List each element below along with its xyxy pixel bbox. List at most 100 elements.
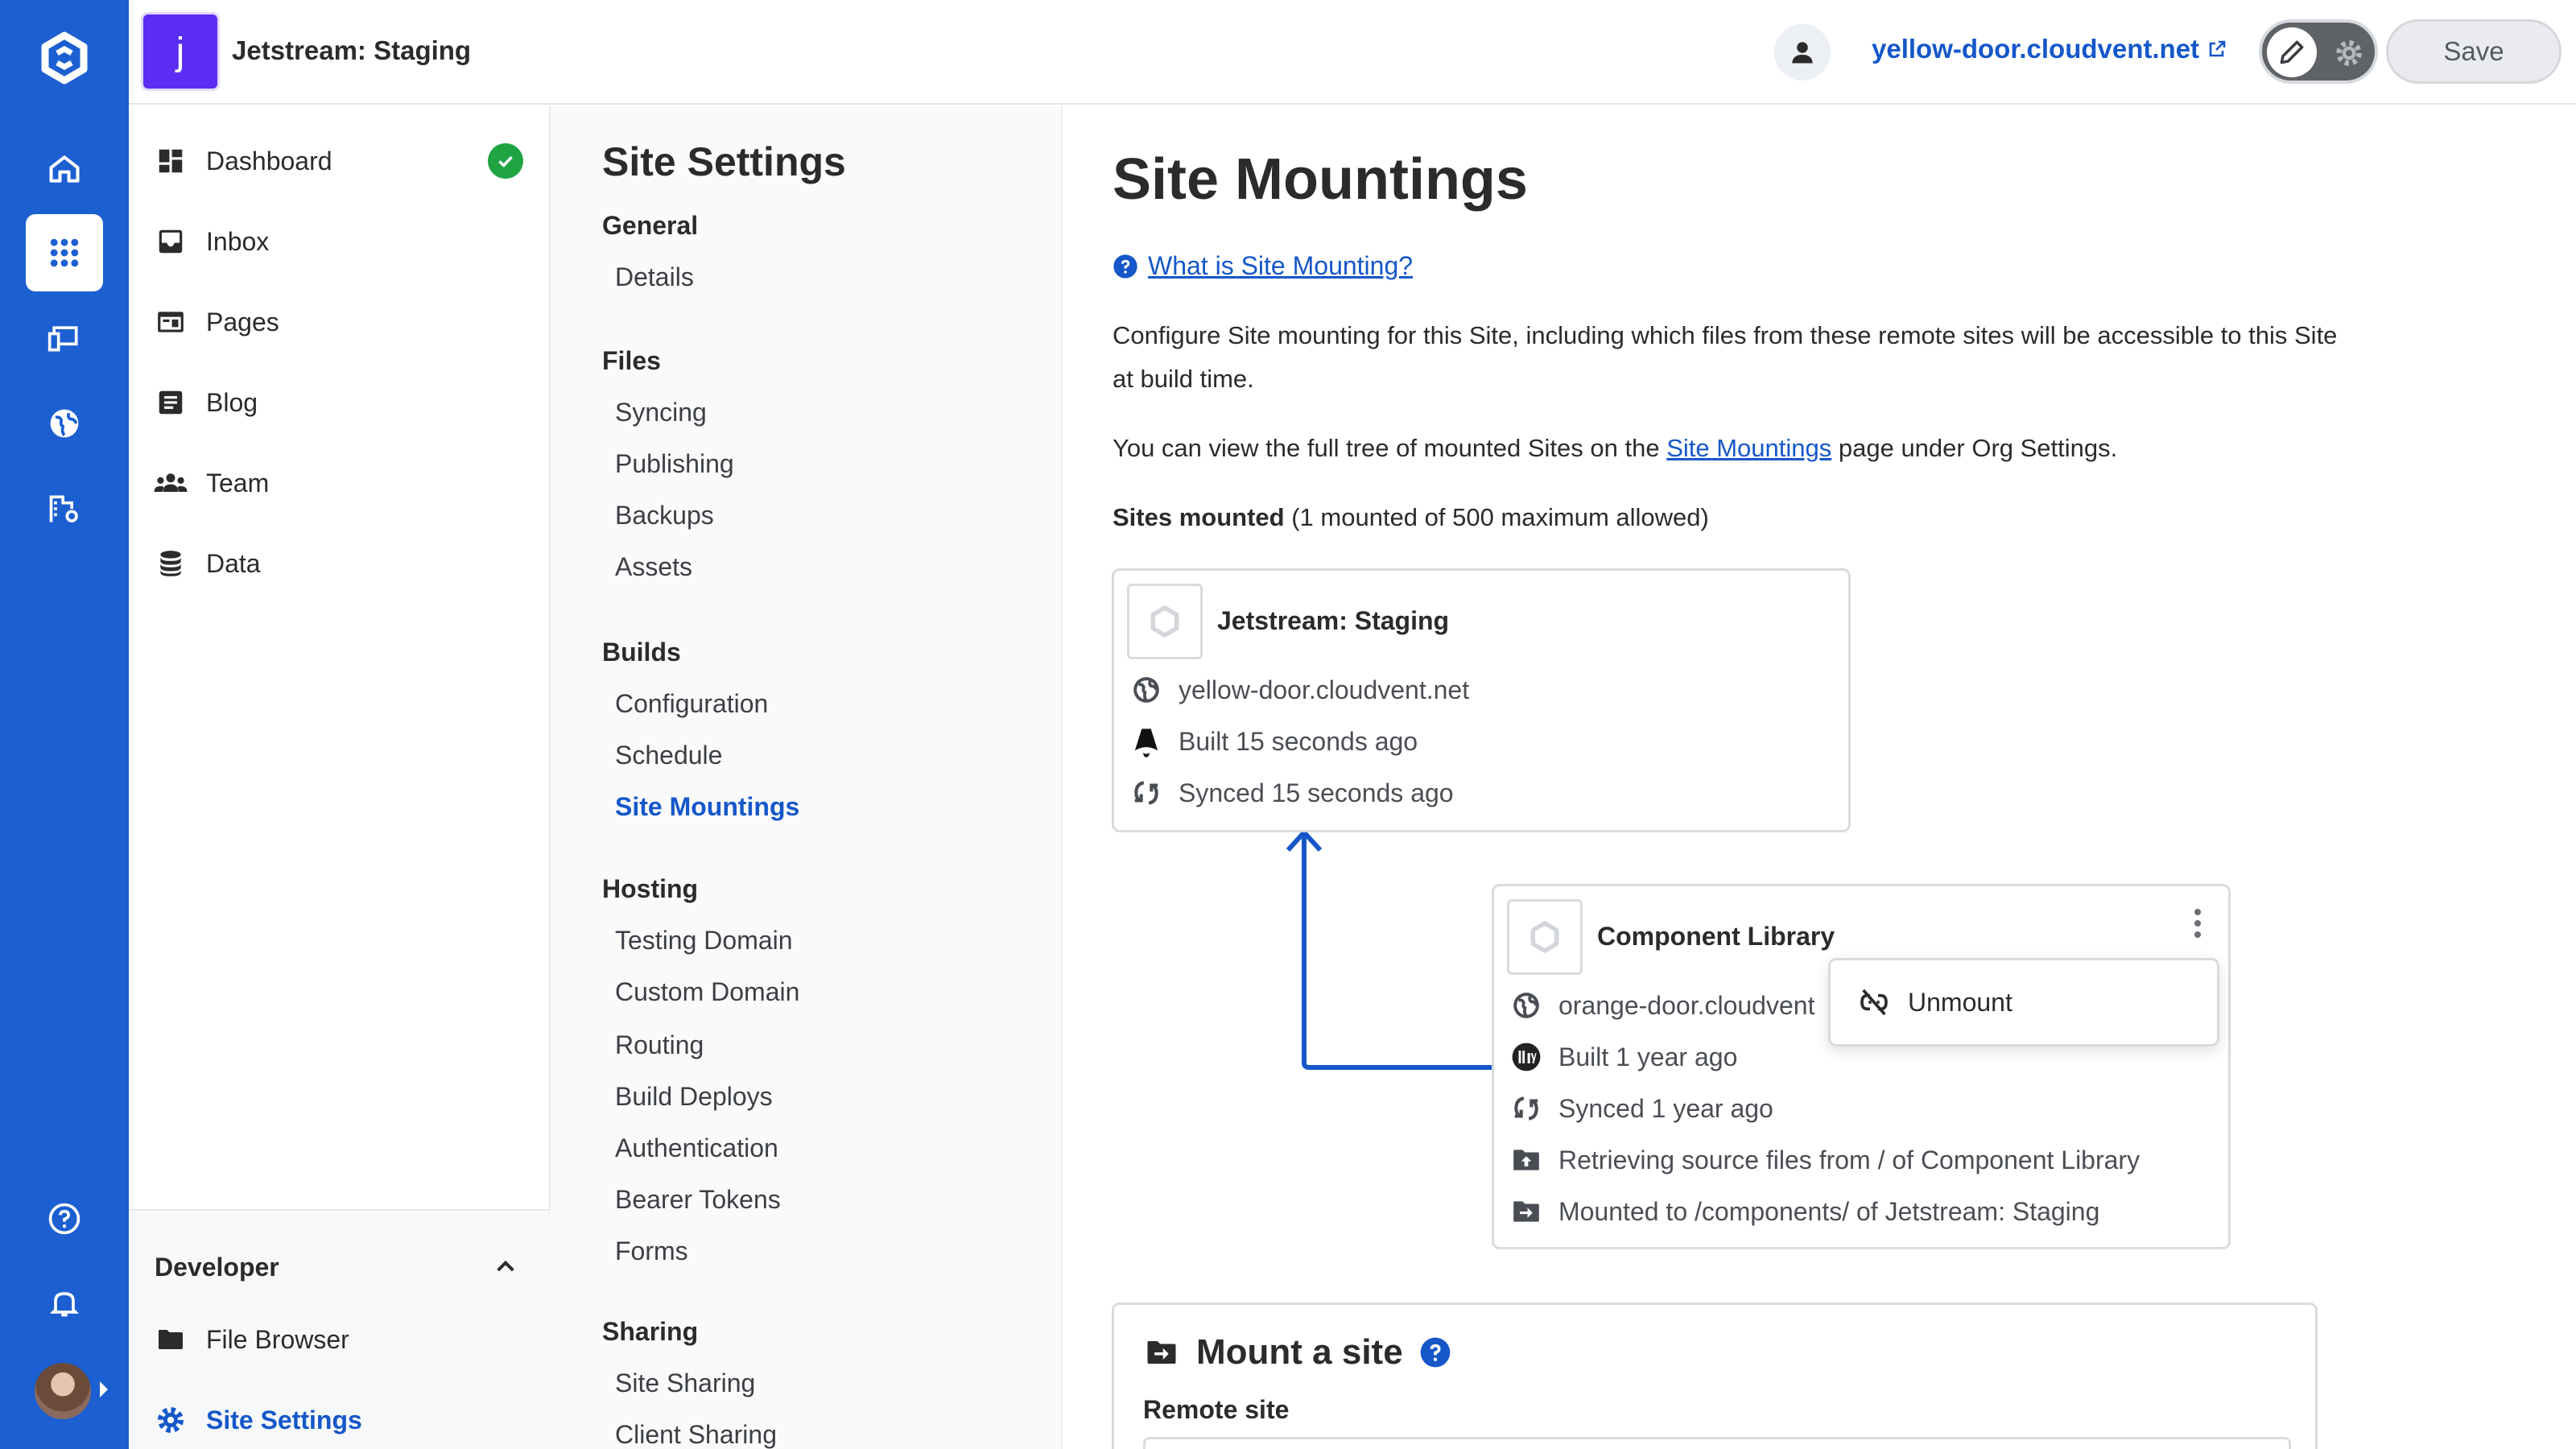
sidebar-item-label: Blog — [206, 387, 258, 417]
help-circle-icon[interactable] — [1419, 1336, 1451, 1368]
sidebar-item-team[interactable]: Team — [153, 459, 523, 507]
gear-icon — [2336, 40, 2362, 66]
pages-icon — [153, 304, 188, 340]
top-header: j Jetstream: Staging yellow-door.cloudve… — [129, 0, 2576, 105]
rail-help-button[interactable] — [26, 1180, 103, 1257]
sidebar-item-file-browser[interactable]: File Browser — [153, 1315, 523, 1364]
settings-item-publishing[interactable]: Publishing — [615, 449, 734, 479]
rail-org-settings-button[interactable] — [26, 470, 103, 547]
globe-icon — [1510, 989, 1542, 1022]
sidebar-item-blog[interactable]: Blog — [153, 378, 523, 427]
settings-item-routing[interactable]: Routing — [615, 1030, 704, 1060]
sidebar-item-label: Pages — [206, 307, 279, 336]
team-icon — [153, 465, 188, 501]
sync-icon — [1510, 1092, 1542, 1125]
rail-notifications-button[interactable] — [26, 1264, 103, 1341]
app-rail — [0, 0, 129, 1449]
cloudcannon-logo-icon — [1150, 605, 1179, 638]
card-built-row: Built 1 year ago — [1510, 1041, 1737, 1073]
cloudcannon-logo-icon — [1530, 921, 1559, 953]
settings-item-testing-domain[interactable]: Testing Domain — [615, 926, 793, 956]
status-check-icon — [488, 143, 523, 179]
cloudcannon-logo-icon[interactable] — [32, 26, 97, 90]
settings-item-bearer-tokens[interactable]: Bearer Tokens — [615, 1185, 781, 1215]
settings-item-authentication[interactable]: Authentication — [615, 1133, 778, 1163]
help-circle-icon — [1113, 254, 1137, 279]
mount-site-title: Mount a site — [1143, 1332, 1451, 1373]
external-link-icon — [2209, 40, 2226, 57]
settings-nav: Site Settings General Details Files Sync… — [551, 106, 1061, 1449]
help-icon — [48, 1203, 80, 1235]
folder-arrow-icon — [1147, 1341, 1176, 1364]
user-menu-button[interactable] — [1774, 24, 1831, 80]
settings-item-assets[interactable]: Assets — [615, 552, 692, 582]
card-mounted-row: Mounted to /components/ of Jetstream: St… — [1510, 1195, 2099, 1228]
settings-item-client-sharing[interactable]: Client Sharing — [615, 1420, 777, 1449]
settings-item-build-deploys[interactable]: Build Deploys — [615, 1082, 773, 1112]
sidebar-item-site-settings[interactable]: Site Settings — [153, 1396, 523, 1444]
site-name[interactable]: Jetstream: Staging — [232, 35, 471, 66]
sidebar-item-label: Inbox — [206, 226, 270, 256]
card-source-row: Retrieving source files from / of Compon… — [1510, 1144, 2140, 1176]
unmount-menu-item[interactable]: Unmount — [1828, 958, 2219, 1046]
sites-mounted-summary: Sites mounted (1 mounted of 500 maximum … — [1113, 503, 1709, 531]
site-avatar[interactable]: j — [143, 14, 217, 89]
sidebar-item-pages[interactable]: Pages — [153, 298, 523, 346]
card-built-row: Built 15 seconds ago — [1130, 725, 1418, 758]
what-is-site-mounting-link[interactable]: What is Site Mounting? — [1113, 251, 1413, 281]
card-synced-row: Synced 1 year ago — [1510, 1092, 1773, 1125]
rail-devices-button[interactable] — [26, 299, 103, 377]
chevron-up-icon[interactable] — [493, 1254, 518, 1280]
sidebar-item-inbox[interactable]: Inbox — [153, 217, 523, 266]
site-mountings-org-link[interactable]: Site Mountings — [1666, 434, 1831, 462]
settings-item-schedule[interactable]: Schedule — [615, 741, 722, 770]
bell-icon — [49, 1292, 80, 1317]
settings-item-site-mountings[interactable]: Site Mountings — [615, 792, 799, 822]
settings-item-syncing[interactable]: Syncing — [615, 398, 707, 427]
settings-item-configuration[interactable]: Configuration — [615, 689, 768, 719]
card-title: Jetstream: Staging — [1217, 606, 1450, 635]
developer-section-title[interactable]: Developer — [155, 1253, 279, 1282]
dashboard-icon — [153, 143, 188, 179]
remote-site-label: Remote site — [1143, 1395, 1290, 1424]
settings-item-details[interactable]: Details — [615, 262, 694, 292]
settings-item-site-sharing[interactable]: Site Sharing — [615, 1368, 755, 1398]
edit-mode-toggle[interactable] — [2259, 19, 2378, 84]
rail-apps-button[interactable] — [26, 214, 103, 291]
sidebar-item-data[interactable]: Data — [153, 539, 523, 588]
blog-icon — [153, 385, 188, 420]
rail-home-button[interactable] — [26, 130, 103, 208]
pencil-icon — [2280, 40, 2304, 64]
settings-item-custom-domain[interactable]: Custom Domain — [615, 977, 799, 1007]
site-thumbnail — [1507, 899, 1583, 975]
upload-folder-icon — [1510, 1144, 1542, 1176]
sidebar-item-label: File Browser — [206, 1324, 349, 1354]
site-domain-link[interactable]: yellow-door.cloudvent.net — [1872, 34, 2227, 64]
sidebar-item-dashboard[interactable]: Dashboard — [153, 137, 523, 185]
rail-globe-button[interactable] — [26, 385, 103, 462]
remote-site-select[interactable] — [1143, 1437, 2291, 1449]
mounted-site-card[interactable]: Component Library orange-door.cloudvent … — [1492, 884, 2231, 1249]
save-button[interactable]: Save — [2386, 19, 2562, 84]
gear-icon — [153, 1402, 188, 1438]
more-options-icon[interactable] — [2190, 907, 2206, 939]
astro-icon — [1130, 725, 1162, 758]
card-domain-row: yellow-door.cloudvent.net — [1130, 674, 1469, 706]
help-link-text: What is Site Mounting? — [1148, 251, 1414, 280]
settings-group-general: General — [602, 211, 699, 240]
mount-site-panel: Mount a site Remote site — [1112, 1302, 2318, 1449]
parent-site-card[interactable]: Jetstream: Staging yellow-door.cloudvent… — [1112, 568, 1851, 832]
developer-section: Developer File Browser Site Settings — [129, 1209, 551, 1449]
mount-connector-arrow — [1286, 830, 1492, 1070]
settings-item-forms[interactable]: Forms — [615, 1236, 688, 1266]
inbox-icon — [153, 224, 188, 259]
unlink-icon — [1860, 989, 1888, 1016]
sidebar-item-label: Dashboard — [206, 146, 332, 175]
settings-item-backups[interactable]: Backups — [615, 501, 714, 530]
card-title: Component Library — [1597, 922, 1835, 951]
apps-grid-icon — [50, 238, 79, 267]
user-avatar[interactable] — [32, 1360, 93, 1422]
description-text: Configure Site mounting for this Site, i… — [1113, 321, 2338, 393]
sync-icon — [1130, 777, 1162, 809]
sidebar-item-label: Site Settings — [206, 1405, 362, 1435]
